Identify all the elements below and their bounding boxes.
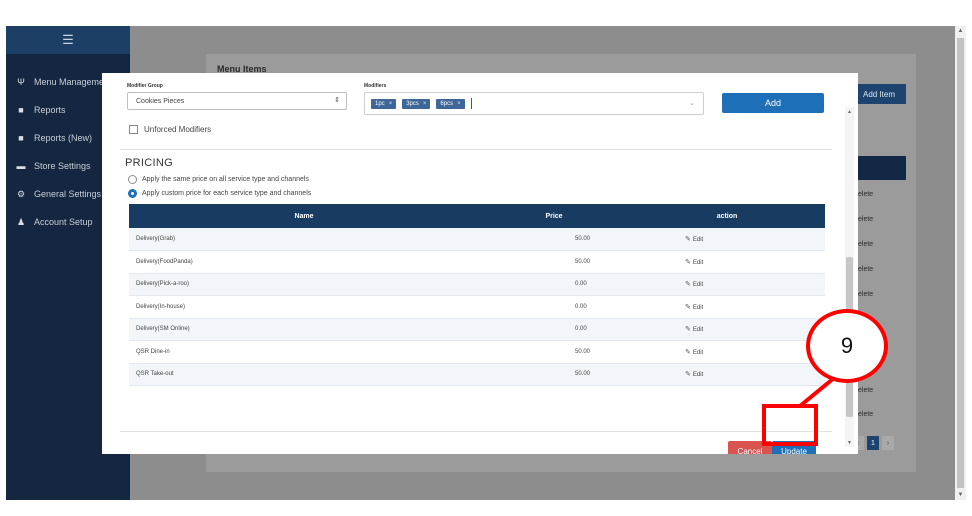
chevron-down-icon[interactable]: ⌄ xyxy=(689,99,695,107)
update-highlight-box xyxy=(762,404,818,446)
scroll-down-icon[interactable]: ▼ xyxy=(845,438,854,447)
table-row: QSR Dine-in 50.00 ✎ Edit xyxy=(129,340,825,364)
edit-icon: ✎ xyxy=(685,281,691,289)
radio-button-checked[interactable] xyxy=(128,189,137,198)
document-icon: ■ xyxy=(18,133,24,143)
step-callout: 9 xyxy=(806,309,888,383)
edit-icon: ✎ xyxy=(685,348,691,356)
modifier-tag[interactable]: 3pcs × xyxy=(402,98,431,109)
table-row: QSR Take-out 50.00 ✎ Edit xyxy=(129,363,825,386)
edit-link[interactable]: ✎ Edit xyxy=(629,228,825,251)
window-scrollbar[interactable]: ▲ ▼ xyxy=(955,26,966,500)
remove-tag-icon[interactable]: × xyxy=(457,101,461,107)
table-row: Delivery(Grab) 50.00 ✎ Edit xyxy=(129,228,825,251)
hamburger-icon: ☰ xyxy=(62,32,74,47)
table-row: Delivery(Pick-a-roo) 0.00 ✎ Edit xyxy=(129,273,825,296)
app-screen: ☰ Ψ Menu Management ■ Reports ■ Reports (Ne… xyxy=(6,26,966,500)
edit-link[interactable]: ✎ Edit xyxy=(629,318,825,341)
edit-link[interactable]: ✎ Edit xyxy=(629,273,825,296)
delete-link[interactable]: elete xyxy=(852,404,906,424)
edit-icon: ✎ xyxy=(685,371,691,379)
edit-icon: ✎ xyxy=(685,258,691,266)
radio-custom-price[interactable]: Apply custom price for each service type… xyxy=(128,189,311,198)
row-price: 50.00 xyxy=(479,250,629,274)
row-name: Delivery(Grab) xyxy=(129,228,479,251)
modifier-tag[interactable]: 6pcs × xyxy=(436,98,465,109)
edit-link[interactable]: ✎ Edit xyxy=(629,295,825,319)
row-name: Delivery(In-house) xyxy=(129,295,479,319)
row-price: 50.00 xyxy=(479,363,629,386)
pricing-title: PRICING xyxy=(125,157,173,169)
remove-tag-icon[interactable]: × xyxy=(389,101,393,107)
modal-scrollbar[interactable]: ▲ ▼ xyxy=(845,107,854,447)
add-button[interactable]: Add xyxy=(722,93,824,113)
delete-link[interactable]: elete xyxy=(852,184,906,204)
unforced-modifiers-option[interactable]: Unforced Modifiers xyxy=(129,125,211,134)
modifier-group-select[interactable]: Cookies Pieces ⇕ xyxy=(127,92,347,110)
delete-link[interactable]: elete xyxy=(852,284,906,304)
add-item-button[interactable]: Add Item xyxy=(852,84,906,104)
column-header-name: Name xyxy=(129,204,479,228)
column-header-price: Price xyxy=(479,204,629,228)
table-row: Delivery(FoodPanda) 50.00 ✎ Edit xyxy=(129,250,825,274)
edit-link[interactable]: ✎ Edit xyxy=(629,250,825,274)
delete-link[interactable]: elete xyxy=(852,259,906,279)
fork-knife-icon: Ψ xyxy=(17,77,25,87)
row-price: 50.00 xyxy=(479,228,629,251)
document-icon: ■ xyxy=(18,105,24,115)
remove-tag-icon[interactable]: × xyxy=(423,101,427,107)
divider xyxy=(120,149,832,150)
delete-link[interactable]: elete xyxy=(852,234,906,254)
edit-icon: ✎ xyxy=(685,326,691,334)
modifiers-label: Modifiers xyxy=(364,83,387,89)
items-table-header xyxy=(852,156,906,180)
menu-toggle[interactable]: ☰ xyxy=(6,26,130,54)
row-price: 0.00 xyxy=(479,295,629,319)
store-icon: ▬ xyxy=(16,161,26,171)
scrollbar-thumb[interactable] xyxy=(957,38,964,488)
text-cursor xyxy=(470,98,472,109)
scroll-up-icon[interactable]: ▲ xyxy=(845,107,854,116)
page-next[interactable]: › xyxy=(882,436,894,450)
row-price: 50.00 xyxy=(479,340,629,364)
column-header-action: action xyxy=(629,204,825,228)
scroll-down-icon[interactable]: ▼ xyxy=(955,490,966,500)
edit-link[interactable]: ✎ Edit xyxy=(629,340,825,364)
row-price: 0.00 xyxy=(479,318,629,341)
unforced-modifiers-checkbox[interactable] xyxy=(129,125,138,134)
radio-button[interactable] xyxy=(128,175,137,184)
delete-link[interactable]: elete xyxy=(852,380,906,400)
edit-link[interactable]: ✎ Edit xyxy=(629,363,825,386)
page-1[interactable]: 1 xyxy=(867,436,879,450)
table-row: Delivery(SM Online) 0.00 ✎ Edit xyxy=(129,318,825,341)
step-number: 9 xyxy=(840,333,854,358)
modifier-group-label: Modifier Group xyxy=(127,83,163,89)
row-price: 0.00 xyxy=(479,273,629,296)
footer-divider xyxy=(120,431,832,432)
pagination: ‹ 1 › xyxy=(852,434,906,452)
select-arrows-icon: ⇕ xyxy=(334,97,340,104)
modifier-tag[interactable]: 1pc × xyxy=(371,98,397,109)
row-name: Delivery(FoodPanda) xyxy=(129,250,479,274)
edit-item-modal: Modifier Group Cookies Pieces ⇕ Modifier… xyxy=(102,73,858,454)
table-header-row: Name Price action xyxy=(129,204,825,228)
gear-icon: ⚙ xyxy=(16,188,26,199)
row-name: Delivery(SM Online) xyxy=(129,318,479,341)
modifiers-input[interactable]: 1pc × 3pcs × 6pcs × ⌄ xyxy=(364,92,704,115)
user-icon: ♟ xyxy=(16,216,26,227)
row-name: QSR Take-out xyxy=(129,363,479,386)
edit-icon: ✎ xyxy=(685,236,691,243)
radio-same-price[interactable]: Apply the same price on all service type… xyxy=(128,175,309,184)
table-row: Delivery(In-house) 0.00 ✎ Edit xyxy=(129,295,825,319)
scroll-up-icon[interactable]: ▲ xyxy=(955,26,966,36)
price-table: Name Price action Delivery(Grab) 50.00 ✎… xyxy=(129,204,825,386)
delete-link[interactable]: elete xyxy=(852,209,906,229)
edit-icon: ✎ xyxy=(685,303,691,311)
row-name: QSR Dine-in xyxy=(129,340,479,364)
row-name: Delivery(Pick-a-roo) xyxy=(129,273,479,296)
